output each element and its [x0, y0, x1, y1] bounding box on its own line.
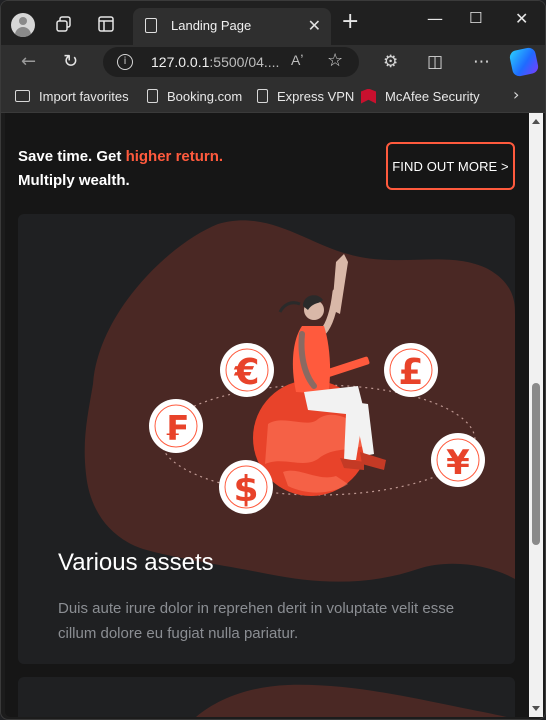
scroll-thumb[interactable]: [532, 383, 540, 545]
scroll-down-icon[interactable]: [532, 706, 540, 711]
promo-accent: higher return.: [125, 148, 224, 165]
back-icon[interactable]: ←: [21, 51, 36, 72]
page-scrollbar[interactable]: [529, 113, 543, 717]
folder-icon: [15, 90, 30, 102]
favorite-label: Import favorites: [39, 88, 129, 104]
close-tab-icon[interactable]: ✕: [308, 16, 321, 35]
feature-card: € £ ₣ ¥ $ Various assets Duis aute irure…: [18, 214, 515, 664]
maximize-icon[interactable]: ☐: [469, 9, 482, 27]
next-feature-card: [18, 677, 515, 717]
favorite-label: McAfee Security: [385, 88, 480, 104]
site-info-icon[interactable]: i: [117, 54, 133, 70]
svg-text:£: £: [398, 352, 423, 393]
favorite-mcafee[interactable]: McAfee Security: [361, 87, 480, 105]
scroll-up-icon[interactable]: [532, 119, 540, 124]
page-viewport: Save time. Get higher return. Multiply w…: [5, 113, 529, 717]
find-out-more-button[interactable]: FIND OUT MORE >: [386, 142, 515, 190]
minimize-icon[interactable]: —: [427, 9, 443, 28]
favorite-expressvpn[interactable]: Express VPN: [257, 87, 354, 105]
favorite-import[interactable]: Import favorites: [15, 87, 129, 105]
euro-coin-icon: €: [220, 343, 274, 397]
svg-text:¥: ¥: [446, 443, 470, 483]
svg-text:€: €: [233, 352, 259, 393]
mcafee-icon: [361, 88, 376, 104]
tab-landing-page[interactable]: Landing Page ✕: [133, 8, 331, 45]
address-toolbar: ← ↻ i 127.0.0.1:5500/04.... Aʼ ☆ ⚙ ◫ ⋯: [1, 45, 545, 79]
profile-avatar[interactable]: [11, 13, 35, 37]
settings-more-icon[interactable]: ⋯: [473, 52, 490, 72]
dollar-coin-icon: $: [219, 460, 273, 514]
avatar-body: [15, 27, 31, 37]
split-screen-icon[interactable]: ◫: [427, 52, 443, 72]
refresh-icon[interactable]: ↻: [63, 51, 78, 72]
close-window-icon[interactable]: ✕: [515, 9, 528, 28]
copilot-icon[interactable]: [508, 46, 540, 78]
url-text[interactable]: 127.0.0.1:5500/04....: [151, 54, 279, 70]
promo-text: Save time. Get higher return. Multiply w…: [18, 145, 223, 193]
svg-text:$: $: [233, 469, 258, 510]
extensions-icon[interactable]: ⚙: [383, 52, 398, 72]
next-card-blob: [196, 684, 507, 717]
chevron-right-icon[interactable]: ›: [513, 85, 519, 104]
franc-coin-icon: ₣: [149, 399, 203, 453]
card-title: Various assets: [58, 549, 214, 576]
favorite-label: Booking.com: [167, 88, 243, 104]
page-icon: [147, 89, 158, 103]
tab-title: Landing Page: [171, 18, 252, 33]
avatar-head: [19, 17, 27, 25]
new-tab-icon[interactable]: +: [341, 11, 359, 33]
tab-actions-icon[interactable]: [97, 15, 115, 33]
svg-text:₣: ₣: [164, 409, 188, 449]
promo-line-2: Multiply wealth.: [18, 172, 130, 189]
favorites-bar: Import favorites Booking.com Express VPN…: [1, 79, 545, 113]
promo-line-1: Save time. Get higher return.: [18, 145, 223, 169]
card-description: Duis aute irure dolor in reprehen derit …: [58, 600, 455, 642]
favorite-label: Express VPN: [277, 88, 355, 104]
workspaces-icon[interactable]: [55, 15, 73, 33]
read-aloud-icon[interactable]: Aʼ: [291, 52, 303, 68]
yen-coin-icon: ¥: [431, 433, 485, 487]
title-bar: Landing Page ✕ + — ☐ ✕: [1, 1, 545, 45]
pound-coin-icon: £: [384, 343, 438, 397]
page-icon: [145, 18, 157, 33]
promo-prefix: Save time. Get: [18, 148, 126, 165]
browser-window: Landing Page ✕ + — ☐ ✕ ← ↻ i 127.0.0.1:5…: [0, 0, 546, 720]
favorite-booking[interactable]: Booking.com: [147, 87, 242, 105]
address-bar[interactable]: i 127.0.0.1:5500/04.... Aʼ ☆: [103, 47, 359, 77]
favorite-star-icon[interactable]: ☆: [327, 50, 343, 71]
page-icon: [257, 89, 268, 103]
